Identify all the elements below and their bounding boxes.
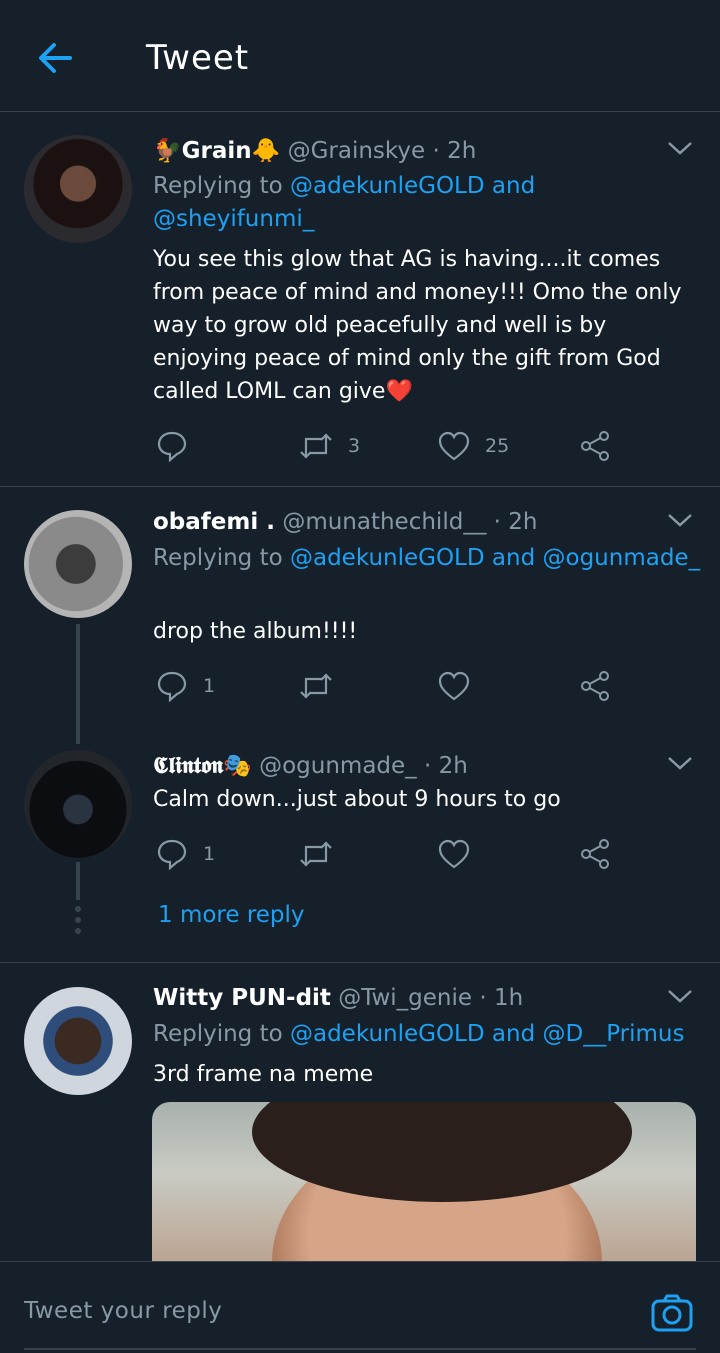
reply-count: 1 [203,843,216,865]
back-arrow-icon[interactable] [34,36,78,80]
camera-icon[interactable] [650,1292,694,1336]
display-name[interactable]: Witty PUN-dit [153,985,331,1011]
tweet-header: 🐓Grain🐥 @Grainskye · 2h [153,137,476,164]
reply-button[interactable]: 1 [155,834,215,874]
avatar[interactable] [24,987,132,1095]
reply-icon [157,671,187,703]
replying-label: Replying to [153,545,283,571]
thread-line [76,862,80,900]
reply-icon [157,431,187,463]
handle[interactable]: @ogunmade_ [259,753,417,779]
thread-line [76,624,80,744]
display-name[interactable]: Grain [182,138,252,164]
like-button[interactable] [437,834,471,874]
mention-link[interactable]: @adekunleGOLD [290,1021,485,1047]
tweet-header: obafemi . @munathechild__ · 2h [153,509,537,535]
display-name[interactable]: 𝕮𝖑𝖎𝖓𝖙𝖔𝖓 [153,752,223,779]
replying-to: Replying to @adekunleGOLD and @D__Primus [153,1018,713,1051]
chevron-down-icon[interactable] [666,986,694,1006]
share-button[interactable] [578,426,612,466]
and-label: and [491,1021,536,1047]
share-button[interactable] [578,666,612,706]
divider [0,962,720,963]
mention-link[interactable]: @adekunleGOLD [290,173,485,199]
tweet-header: 𝕮𝖑𝖎𝖓𝖙𝖔𝖓🎭 @ogunmade_ · 2h [153,752,468,779]
share-icon [581,431,609,461]
tweet-text: 3rd frame na meme [153,1062,374,1087]
like-count: 25 [485,435,510,457]
timestamp: · 2h [423,753,468,779]
more-replies-link[interactable]: 1 more reply [158,902,305,928]
page-title: Tweet [146,38,250,78]
avatar[interactable] [24,750,132,858]
retweet-button[interactable] [298,834,334,874]
avatar[interactable] [24,135,132,243]
tweet-text: drop the album!!!! [153,619,358,644]
avatar[interactable] [24,510,132,618]
like-button[interactable] [437,666,471,706]
reply-button[interactable] [155,426,189,466]
reply-composer: Tweet your reply [0,1261,720,1353]
retweet-icon [300,841,332,867]
reply-button[interactable]: 1 [155,666,215,706]
tweet-text: Calm down...just about 9 hours to go [153,787,561,812]
handle[interactable]: @Twi_genie [338,985,472,1011]
chevron-down-icon[interactable] [666,510,694,530]
name-emoji: 🐓 [153,138,182,164]
mention-link[interactable]: @D__Primus [543,1021,685,1047]
share-icon [581,839,609,869]
more-replies-dots [74,906,82,939]
heart-icon [438,839,470,869]
mention-link[interactable]: @ogunmade_ [543,545,701,571]
top-bar: Tweet [0,0,720,112]
replying-to: Replying to @adekunleGOLD and @ogunmade_ [153,542,703,575]
replying-label: Replying to [153,1021,283,1047]
tweet-header: Witty PUN-dit @Twi_genie · 1h [153,985,523,1011]
reply-icon [157,839,187,871]
share-button[interactable] [578,834,612,874]
chevron-down-icon[interactable] [666,753,694,773]
replying-label: Replying to [153,173,283,199]
reply-count: 1 [203,675,216,697]
reply-input[interactable]: Tweet your reply [24,1298,222,1324]
heart-icon [438,671,470,701]
retweet-button[interactable]: 3 [298,426,360,466]
retweet-button[interactable] [298,666,334,706]
timestamp: · 2h [493,509,538,535]
like-button[interactable]: 25 [437,426,509,466]
handle[interactable]: @munathechild__ [282,509,486,535]
retweet-icon [300,673,332,699]
and-label: and [491,173,536,199]
share-icon [581,671,609,701]
display-name[interactable]: obafemi . [153,509,275,535]
timestamp: · 2h [432,138,477,164]
tweet-image[interactable] [152,1102,696,1282]
and-label: and [491,545,536,571]
divider [0,486,720,487]
replying-to: Replying to @adekunleGOLD and @sheyifunm… [153,170,703,236]
tweet-text: You see this glow that AG is having....i… [153,247,682,404]
input-underline [24,1348,696,1350]
name-emoji: 🐥 [251,138,281,164]
mention-link[interactable]: @sheyifunmi_ [153,206,314,232]
chevron-down-icon[interactable] [666,138,694,158]
handle[interactable]: @Grainskye [288,138,426,164]
timestamp: · 1h [479,985,524,1011]
retweet-icon [300,433,332,459]
mention-link[interactable]: @adekunleGOLD [290,545,485,571]
retweet-count: 3 [348,435,361,457]
name-emoji: 🎭 [223,753,252,779]
heart-icon [438,431,470,461]
